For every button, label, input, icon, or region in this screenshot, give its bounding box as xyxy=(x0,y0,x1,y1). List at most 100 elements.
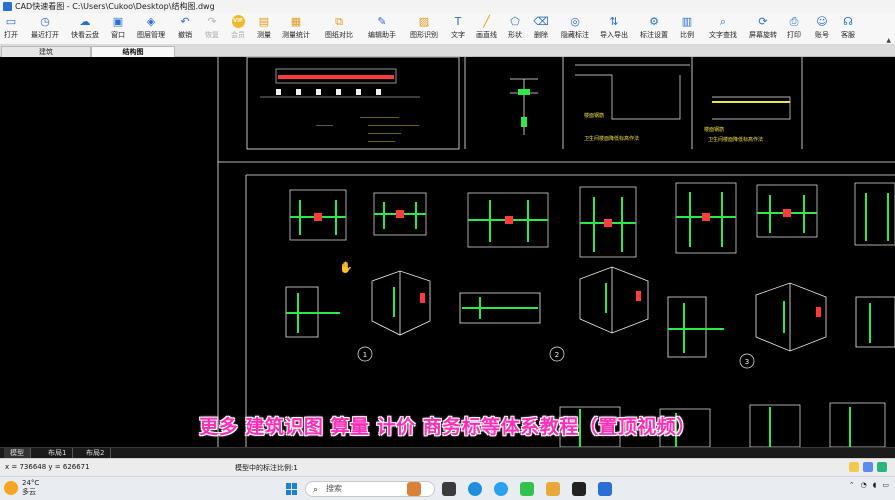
print-button[interactable]: ⎙ 打印 xyxy=(787,15,801,40)
measure-button[interactable]: ▤ 测量 xyxy=(257,15,271,40)
floor-rebar-label: 楼面钢筋 xyxy=(584,112,604,119)
system-tray: ⌃ ◔ ◖ ▭ xyxy=(849,481,889,489)
search-icon: ⌕ xyxy=(313,485,319,495)
window-button[interactable]: ▣ 窗口 xyxy=(111,15,125,40)
measure-icon: ▤ xyxy=(258,15,270,28)
measure-stats-button[interactable]: ▦ 测量统计 xyxy=(282,15,310,40)
status-bar: x = 736648 y = 626671 模型中的标注比例:1 xyxy=(0,458,895,476)
tab-structure[interactable]: 结构图 xyxy=(91,46,175,57)
clock-icon: ◷ xyxy=(40,15,50,28)
pit-method-label-2: 卫生间楼面降低标高作法 xyxy=(708,136,763,143)
battery-icon[interactable]: ▭ xyxy=(882,481,889,489)
folder-icon[interactable] xyxy=(849,462,859,472)
hide-annotation-button[interactable]: ◎ 隐藏标注 xyxy=(561,15,589,40)
undo-button[interactable]: ↶ 撤销 xyxy=(178,15,192,40)
wechat-icon[interactable] xyxy=(520,482,534,496)
tab-model[interactable]: 模型 xyxy=(4,448,31,458)
pan-cursor-icon: ✋ xyxy=(339,261,353,274)
text-search-icon: ⌕ xyxy=(719,15,727,28)
detail-marker-2: 2 xyxy=(555,351,559,359)
text-icon: T xyxy=(454,15,462,28)
weather-widget[interactable]: 24°C 多云 xyxy=(4,479,39,497)
settings-icon[interactable] xyxy=(863,462,873,472)
window-icon: ▣ xyxy=(112,15,124,28)
layout-tabs: 模型 布局1 布局2 xyxy=(0,447,895,458)
redo-button[interactable]: ↷ 恢复 xyxy=(205,15,219,40)
print-icon: ⎙ xyxy=(789,15,799,28)
fox-app-icon[interactable] xyxy=(407,482,421,496)
annotation-settings-icon: ⚙ xyxy=(649,15,659,28)
app-logo-icon xyxy=(3,2,12,11)
shape-recognition-button[interactable]: ▨ 图形识别 xyxy=(410,15,438,40)
taskbar: 24°C 多云 ⌕ 搜索 ⌃ ◔ ◖ ▭ xyxy=(0,476,895,500)
headset-icon: ☊ xyxy=(843,15,853,28)
annotation-scale-text: 模型中的标注比例:1 xyxy=(235,464,298,472)
media-app-icon[interactable] xyxy=(572,482,586,496)
folder-open-icon: ▭ xyxy=(5,15,17,28)
cloud-drive-button[interactable]: ☁ 快看云盘 xyxy=(71,15,99,40)
text-button[interactable]: T 文字 xyxy=(451,15,465,40)
pit-method-label: 卫生间楼面降低标高作法 xyxy=(584,135,639,142)
main-toolbar: ▭ 打开 ◷ 最近打开 ☁ 快看云盘 ▣ 窗口 ◈ 图层管理 ↶ 撤销 ↷ 恢复 VIP 会员 … xyxy=(0,13,895,45)
layers-icon: ◈ xyxy=(146,15,156,28)
edit-assistant-button[interactable]: ✎ 编辑助手 xyxy=(368,15,396,40)
wifi-icon[interactable]: ◔ xyxy=(861,481,867,489)
svg-text:───────: ─────── xyxy=(315,123,333,128)
tab-layout2[interactable]: 布局2 xyxy=(80,448,112,458)
layout-icon[interactable] xyxy=(877,462,887,472)
recent-button[interactable]: ◷ 最近打开 xyxy=(31,15,59,40)
account-icon: ☺ xyxy=(816,15,828,28)
line-icon: ╱ xyxy=(483,15,490,28)
svg-text:───────────: ─────────── xyxy=(367,131,402,137)
floor-rebar-label-2: 楼面钢筋 xyxy=(704,126,724,133)
import-export-button[interactable]: ⇅ 导入导出 xyxy=(600,15,628,40)
shape-button[interactable]: ⬠ 形状 xyxy=(508,15,522,40)
undo-icon: ↶ xyxy=(180,15,190,28)
compare-icon: ⧉ xyxy=(335,15,343,28)
title-bar: CAD快速看图 - C:\Users\Cukoo\Desktop\结构图.dwg xyxy=(0,0,895,13)
measure-stats-icon: ▦ xyxy=(290,15,302,28)
collapse-toolbar-icon[interactable]: ▲ xyxy=(886,37,891,44)
windows-start-icon[interactable] xyxy=(286,483,298,495)
account-button[interactable]: ☺ 账号 xyxy=(815,15,829,40)
document-tabs: 建筑 结构图 xyxy=(0,45,895,57)
svg-text:─────────────────: ───────────────── xyxy=(367,123,420,129)
detail-marker-1: 1 xyxy=(363,351,367,359)
scale-button[interactable]: ▥ 比例 xyxy=(680,15,694,40)
redo-icon: ↷ xyxy=(207,15,217,28)
annotation-settings-button[interactable]: ⚙ 标注设置 xyxy=(640,15,668,40)
drawing-canvas[interactable]: ───────────── ───────────────── ────────… xyxy=(0,57,895,447)
tab-layout1[interactable]: 布局1 xyxy=(42,448,74,458)
support-button[interactable]: ☊ 客服 xyxy=(841,15,855,40)
eraser-icon: ⌫ xyxy=(533,15,549,28)
cad-viewer-taskbar-icon[interactable] xyxy=(598,482,612,496)
scale-icon: ▥ xyxy=(681,15,693,28)
volume-icon[interactable]: ◖ xyxy=(873,481,877,489)
shape-icon: ⬠ xyxy=(510,15,520,28)
vip-button[interactable]: VIP 会员 xyxy=(231,15,245,40)
task-view-icon[interactable] xyxy=(442,482,456,496)
detail-marker-3: 3 xyxy=(745,358,749,366)
file-explorer-icon[interactable] xyxy=(546,482,560,496)
sun-cloud-icon xyxy=(4,481,18,495)
open-button[interactable]: ▭ 打开 xyxy=(4,15,18,40)
layer-manager-button[interactable]: ◈ 图层管理 xyxy=(137,15,165,40)
tab-building[interactable]: 建筑 xyxy=(1,46,91,57)
weather-temperature: 24°C xyxy=(22,479,40,487)
compare-button[interactable]: ⧉ 图纸对比 xyxy=(325,15,353,40)
text-search-button[interactable]: ⌕ 文字查找 xyxy=(709,15,737,40)
weather-description: 多云 xyxy=(22,488,36,496)
edge-browser-icon[interactable] xyxy=(468,482,482,496)
rotate-screen-button[interactable]: ⟳ 屏幕旋转 xyxy=(749,15,777,40)
cad-drawing: ───────────── ───────────────── ────────… xyxy=(217,57,895,447)
chevron-up-icon[interactable]: ⌃ xyxy=(849,481,855,489)
search-placeholder: 搜索 xyxy=(326,484,342,493)
cloud-icon: ☁ xyxy=(79,15,91,28)
cursor-coordinates: x = 736648 y = 626671 xyxy=(5,463,90,471)
chrome-browser-icon[interactable] xyxy=(494,482,508,496)
draw-line-button[interactable]: ╱ 画直线 xyxy=(476,15,497,40)
delete-button[interactable]: ⌫ 删除 xyxy=(533,15,549,40)
shape-recognition-icon: ▨ xyxy=(418,15,430,28)
hide-annotation-icon: ◎ xyxy=(570,15,580,28)
edit-assistant-icon: ✎ xyxy=(377,15,387,28)
